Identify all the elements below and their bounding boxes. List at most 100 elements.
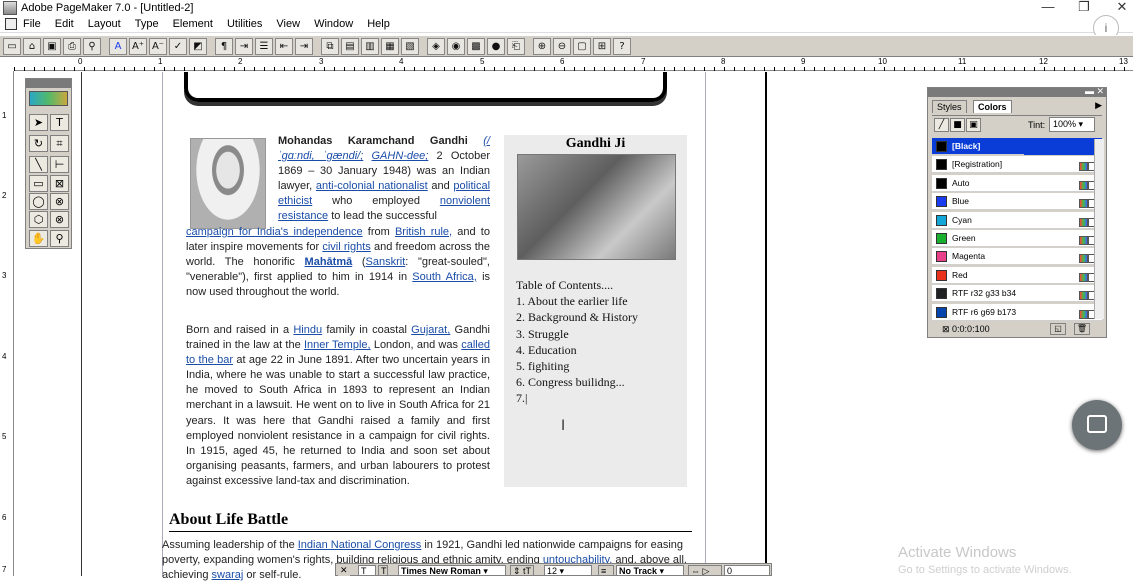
font-larger-icon[interactable]: A⁺: [129, 37, 147, 55]
rotate-tool-icon[interactable]: ↻: [29, 135, 48, 152]
actual-size-icon[interactable]: ▢: [573, 37, 591, 55]
spell-check-icon[interactable]: ✓: [169, 37, 187, 55]
zoom-out-icon[interactable]: ⊖: [553, 37, 571, 55]
kerning-stepper[interactable]: ⇔ ▷: [688, 565, 722, 576]
inner-temple-link[interactable]: Inner Temple,: [304, 339, 371, 351]
rectangle-tool-icon[interactable]: ▭: [29, 175, 48, 192]
layout-view-icon[interactable]: ▦: [381, 37, 399, 55]
crop-tool-icon[interactable]: ⌗: [50, 135, 69, 152]
place-image-icon[interactable]: ◈: [427, 37, 445, 55]
character-format-icon[interactable]: A: [109, 37, 127, 55]
rectangle-frame-tool-icon[interactable]: ⊠: [50, 175, 69, 192]
article-paragraph-2[interactable]: Born and raised in a Hindu family in coa…: [186, 323, 490, 489]
menu-edit[interactable]: Edit: [55, 18, 74, 30]
pointer-tool-icon[interactable]: ➤: [29, 114, 48, 131]
swaraj-link[interactable]: swaraj: [212, 569, 244, 581]
polygon-tool-icon[interactable]: ⬡: [29, 211, 48, 228]
campaign-link[interactable]: campaign for India's independence: [186, 226, 363, 238]
color-row[interactable]: Auto: [932, 174, 1102, 192]
zoom-tool-icon[interactable]: ⚲: [50, 230, 69, 247]
story-editor-icon[interactable]: ▥: [361, 37, 379, 55]
kerning-field[interactable]: 0: [724, 565, 770, 576]
zoom-in-icon[interactable]: ⊕: [533, 37, 551, 55]
tab-styles[interactable]: Styles: [932, 100, 967, 113]
frame-options-icon[interactable]: ◩: [189, 37, 207, 55]
article-paragraph-1[interactable]: Mohandas Karamchand Gandhi (/ ˈɡɑːndi, ˈ…: [186, 134, 490, 300]
mahatma-link[interactable]: Mahātmā: [305, 256, 353, 268]
gandhi-spinning-photo[interactable]: [517, 154, 676, 260]
south-africa-link[interactable]: South Africa,: [412, 271, 477, 283]
color-row[interactable]: Cyan: [932, 211, 1102, 229]
paste-icon[interactable]: ▤: [341, 37, 359, 55]
toolbox-color-swatch[interactable]: [29, 91, 68, 106]
menu-type[interactable]: Type: [135, 18, 159, 30]
open-folder-icon[interactable]: ⌂: [23, 37, 41, 55]
hand-tool-icon[interactable]: ✋: [29, 230, 48, 247]
menu-element[interactable]: Element: [173, 18, 213, 30]
tint-select[interactable]: 100% ▾: [1049, 117, 1095, 132]
sanskrit-link[interactable]: Sanskrit: [366, 256, 406, 268]
menu-utilities[interactable]: Utilities: [227, 18, 262, 30]
color-row[interactable]: Magenta: [932, 248, 1102, 266]
trash-icon[interactable]: 🗑: [1074, 323, 1090, 335]
ellipse-frame-tool-icon[interactable]: ⊗: [50, 193, 69, 210]
palette-header[interactable]: ▬ ✕: [928, 86, 1106, 97]
menu-view[interactable]: View: [276, 18, 300, 30]
toolbox-header[interactable]: [26, 79, 71, 88]
stroke-icon[interactable]: ╱: [934, 118, 949, 132]
color-row[interactable]: Green: [932, 230, 1102, 247]
inc-link[interactable]: Indian National Congress: [298, 539, 422, 551]
new-color-icon[interactable]: ◱: [1050, 323, 1066, 335]
picture-icon[interactable]: ▩: [467, 37, 485, 55]
color-row[interactable]: RTF r32 g33 b34: [932, 285, 1102, 303]
size-select[interactable]: 12 ▾: [544, 565, 592, 576]
fit-window-icon[interactable]: ⊞: [593, 37, 611, 55]
paragraph-icon[interactable]: ¶: [215, 37, 233, 55]
globe-icon[interactable]: ●: [487, 37, 505, 55]
civil-rights-link[interactable]: civil rights: [322, 241, 370, 253]
pdf-export-icon[interactable]: ⎗: [507, 37, 525, 55]
outdent-icon[interactable]: ⇤: [275, 37, 293, 55]
palette-close-icon[interactable]: ▬ ✕: [1085, 86, 1104, 97]
color-row[interactable]: Blue: [932, 193, 1102, 211]
table-of-contents[interactable]: Table of Contents.... 1. About the earli…: [516, 277, 686, 407]
color-row[interactable]: RTF r6 g69 b173: [932, 303, 1102, 321]
ellipse-tool-icon[interactable]: ◯: [29, 193, 48, 210]
font-select[interactable]: Times New Roman ▾: [398, 565, 506, 576]
both-icon[interactable]: ▣: [966, 118, 981, 132]
size-stepper[interactable]: ⇕ tT: [510, 565, 534, 576]
line-tool-icon[interactable]: ╲: [29, 156, 48, 173]
constrained-line-tool-icon[interactable]: ⊢: [50, 156, 69, 173]
font-smaller-icon[interactable]: A⁻: [149, 37, 167, 55]
text-tool-icon[interactable]: T: [50, 114, 69, 131]
character-view-icon[interactable]: T: [358, 565, 376, 576]
paragraph-view-icon[interactable]: T: [378, 565, 388, 576]
menu-window[interactable]: Window: [314, 18, 353, 30]
save-icon[interactable]: ▣: [43, 37, 61, 55]
close-button[interactable]: ✕: [1102, 0, 1133, 16]
print-icon[interactable]: ⎙: [63, 37, 81, 55]
polygon-frame-tool-icon[interactable]: ⊗: [50, 211, 69, 228]
bullets-icon[interactable]: ☰: [255, 37, 273, 55]
control-close-icon[interactable]: ✕: [338, 565, 350, 576]
help-icon[interactable]: ?: [613, 37, 631, 55]
section-heading[interactable]: About Life Battle: [169, 511, 692, 532]
image-control-icon[interactable]: ◉: [447, 37, 465, 55]
palette-menu-icon[interactable]: ▶: [1095, 100, 1102, 111]
horizontal-ruler[interactable]: 0 1 2 3 4 5 6 7 8 9 10 11 12 13: [14, 57, 1133, 71]
vertical-ruler[interactable]: 1 2 3 4 5 6 7: [0, 71, 14, 576]
document-icon[interactable]: [5, 18, 17, 30]
maximize-button[interactable]: ❐: [1064, 0, 1104, 16]
fill-icon[interactable]: ■: [950, 118, 965, 132]
indents-tabs-icon[interactable]: ⇥: [235, 37, 253, 55]
rounded-frame-shape[interactable]: [184, 72, 667, 102]
floating-action-button[interactable]: [1072, 400, 1122, 450]
find-icon[interactable]: ⚲: [83, 37, 101, 55]
tracking-select[interactable]: No Track ▾: [616, 565, 684, 576]
copy-icon[interactable]: ⧉: [321, 37, 339, 55]
tab-colors[interactable]: Colors: [973, 100, 1012, 113]
color-list-scrollbar[interactable]: [1094, 139, 1104, 319]
menu-help[interactable]: Help: [367, 18, 390, 30]
menu-layout[interactable]: Layout: [88, 18, 121, 30]
hindu-link[interactable]: Hindu: [293, 324, 322, 336]
